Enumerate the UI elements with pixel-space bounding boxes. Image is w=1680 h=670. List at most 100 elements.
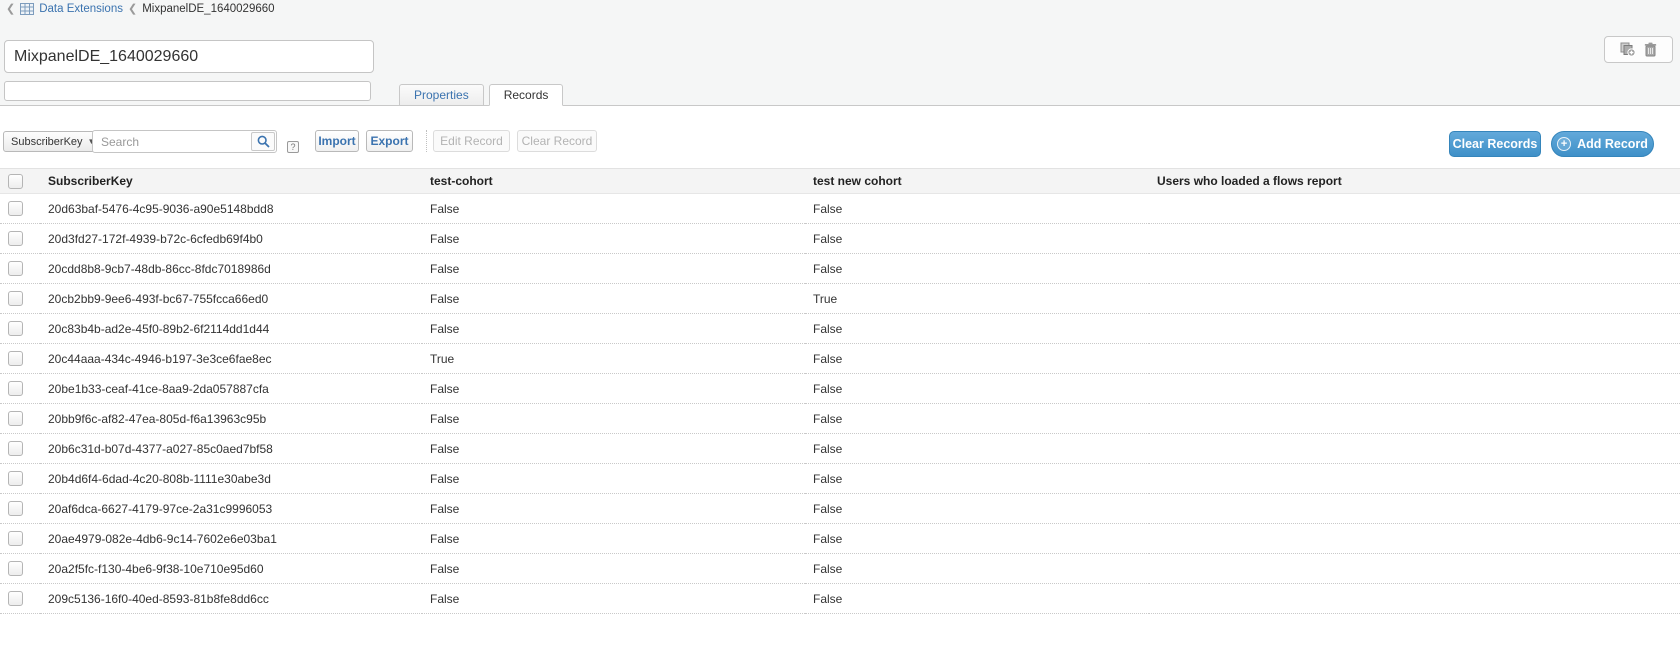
description-input[interactable] bbox=[4, 81, 371, 101]
cell-test-new-cohort: False bbox=[805, 194, 1149, 224]
search-input[interactable] bbox=[92, 130, 277, 153]
cell-test-new-cohort: False bbox=[805, 464, 1149, 494]
cell-test-cohort: False bbox=[422, 524, 805, 554]
cell-flows-report bbox=[1149, 464, 1680, 494]
tab-bar: Properties Records bbox=[399, 84, 563, 106]
column-header-subscriber-key: SubscriberKey bbox=[40, 169, 422, 194]
search-field-selector[interactable]: SubscriberKey ▼ bbox=[3, 131, 103, 152]
edit-record-button[interactable]: Edit Record bbox=[433, 130, 510, 152]
table-row: 20ae4979-082e-4db6-9c14-7602e6e03ba1 Fal… bbox=[0, 524, 1680, 554]
cell-subscriber-key: 20b4d6f4-6dad-4c20-808b-1111e30abe3d bbox=[40, 464, 422, 494]
cell-subscriber-key: 20af6dca-6627-4179-97ce-2a31c9996053 bbox=[40, 494, 422, 524]
cell-test-new-cohort: False bbox=[805, 524, 1149, 554]
cell-flows-report bbox=[1149, 194, 1680, 224]
cell-test-cohort: False bbox=[422, 584, 805, 614]
records-toolbar: SubscriberKey ▼ ? Import Export Edit Rec… bbox=[0, 128, 1680, 158]
table-row: 20c44aaa-434c-4946-b197-3e3ce6fae8ec Tru… bbox=[0, 344, 1680, 374]
search-button[interactable] bbox=[251, 132, 275, 151]
row-checkbox[interactable] bbox=[8, 381, 23, 396]
table-row: 20b4d6f4-6dad-4c20-808b-1111e30abe3d Fal… bbox=[0, 464, 1680, 494]
cell-test-new-cohort: False bbox=[805, 554, 1149, 584]
table-row: 20af6dca-6627-4179-97ce-2a31c9996053 Fal… bbox=[0, 494, 1680, 524]
cell-flows-report bbox=[1149, 584, 1680, 614]
cell-flows-report bbox=[1149, 554, 1680, 584]
cell-subscriber-key: 20b6c31d-b07d-4377-a027-85c0aed7bf58 bbox=[40, 434, 422, 464]
clear-records-button[interactable]: Clear Records bbox=[1449, 131, 1541, 157]
row-checkbox[interactable] bbox=[8, 471, 23, 486]
row-checkbox[interactable] bbox=[8, 591, 23, 606]
records-table-body: 20d63baf-5476-4c95-9036-a90e5148bdd8 Fal… bbox=[0, 194, 1680, 614]
cell-test-cohort: False bbox=[422, 194, 805, 224]
import-button[interactable]: Import bbox=[315, 130, 359, 152]
table-row: 20d3fd27-172f-4939-b72c-6cfedb69f4b0 Fal… bbox=[0, 224, 1680, 254]
cell-flows-report bbox=[1149, 434, 1680, 464]
cell-test-new-cohort: False bbox=[805, 404, 1149, 434]
row-checkbox[interactable] bbox=[8, 231, 23, 246]
cell-test-cohort: False bbox=[422, 254, 805, 284]
delete-icon[interactable] bbox=[1644, 42, 1657, 57]
select-all-checkbox[interactable] bbox=[8, 174, 23, 189]
cell-subscriber-key: 20a2f5fc-f130-4be6-9f38-10e710e95d60 bbox=[40, 554, 422, 584]
row-checkbox[interactable] bbox=[8, 261, 23, 276]
table-row: 20cb2bb9-9ee6-493f-bc67-755fcca66ed0 Fal… bbox=[0, 284, 1680, 314]
cell-subscriber-key: 20d3fd27-172f-4939-b72c-6cfedb69f4b0 bbox=[40, 224, 422, 254]
cell-subscriber-key: 20c83b4b-ad2e-45f0-89b2-6f2114dd1d44 bbox=[40, 314, 422, 344]
cell-flows-report bbox=[1149, 494, 1680, 524]
help-icon[interactable]: ? bbox=[287, 141, 299, 153]
cell-flows-report bbox=[1149, 284, 1680, 314]
cell-subscriber-key: 20cb2bb9-9ee6-493f-bc67-755fcca66ed0 bbox=[40, 284, 422, 314]
cell-flows-report bbox=[1149, 314, 1680, 344]
row-checkbox[interactable] bbox=[8, 291, 23, 306]
cell-test-new-cohort: False bbox=[805, 224, 1149, 254]
row-checkbox[interactable] bbox=[8, 411, 23, 426]
cell-test-cohort: False bbox=[422, 284, 805, 314]
row-checkbox[interactable] bbox=[8, 351, 23, 366]
export-button[interactable]: Export bbox=[366, 130, 413, 152]
cell-test-new-cohort: False bbox=[805, 434, 1149, 464]
page: ❮ Data Extensions ❮ MixpanelDE_164002966… bbox=[0, 0, 1680, 670]
cell-subscriber-key: 20c44aaa-434c-4946-b197-3e3ce6fae8ec bbox=[40, 344, 422, 374]
top-area: ❮ Data Extensions ❮ MixpanelDE_164002966… bbox=[0, 0, 1680, 106]
cell-test-cohort: False bbox=[422, 224, 805, 254]
breadcrumb-current: MixpanelDE_1640029660 bbox=[142, 3, 274, 15]
cell-test-cohort: False bbox=[422, 554, 805, 584]
cell-test-new-cohort: False bbox=[805, 254, 1149, 284]
records-table: SubscriberKey test-cohort test new cohor… bbox=[0, 168, 1680, 614]
table-row: 20cdd8b8-9cb7-48db-86cc-8fdc7018986d Fal… bbox=[0, 254, 1680, 284]
name-input[interactable] bbox=[4, 40, 374, 73]
copy-icon[interactable] bbox=[1620, 42, 1636, 57]
cell-flows-report bbox=[1149, 344, 1680, 374]
cell-test-new-cohort: False bbox=[805, 344, 1149, 374]
column-header-test-new-cohort: test new cohort bbox=[805, 169, 1149, 194]
row-checkbox[interactable] bbox=[8, 441, 23, 456]
tab-properties[interactable]: Properties bbox=[399, 84, 484, 106]
clear-record-button[interactable]: Clear Record bbox=[517, 130, 597, 152]
row-checkbox[interactable] bbox=[8, 321, 23, 336]
table-row: 20c83b4b-ad2e-45f0-89b2-6f2114dd1d44 Fal… bbox=[0, 314, 1680, 344]
breadcrumb-link-data-extensions[interactable]: Data Extensions bbox=[39, 3, 123, 15]
cell-subscriber-key: 20bb9f6c-af82-47ea-805d-f6a13963c95b bbox=[40, 404, 422, 434]
table-row: 209c5136-16f0-40ed-8593-81b8fe8dd6cc Fal… bbox=[0, 584, 1680, 614]
row-checkbox[interactable] bbox=[8, 531, 23, 546]
data-extension-grid-icon bbox=[20, 3, 34, 15]
row-checkbox[interactable] bbox=[8, 561, 23, 576]
cell-subscriber-key: 20be1b33-ceaf-41ce-8aa9-2da057887cfa bbox=[40, 374, 422, 404]
row-checkbox[interactable] bbox=[8, 201, 23, 216]
table-row: 20bb9f6c-af82-47ea-805d-f6a13963c95b Fal… bbox=[0, 404, 1680, 434]
search-area bbox=[92, 130, 277, 153]
breadcrumb-separator-chevron-icon: ❮ bbox=[128, 4, 137, 15]
cell-subscriber-key: 209c5136-16f0-40ed-8593-81b8fe8dd6cc bbox=[40, 584, 422, 614]
toolbar-divider bbox=[426, 130, 427, 152]
back-chevron-icon[interactable]: ❮ bbox=[6, 4, 15, 15]
cell-subscriber-key: 20ae4979-082e-4db6-9c14-7602e6e03ba1 bbox=[40, 524, 422, 554]
cell-test-new-cohort: False bbox=[805, 584, 1149, 614]
tab-records[interactable]: Records bbox=[489, 84, 564, 106]
cell-test-cohort: False bbox=[422, 434, 805, 464]
breadcrumb: ❮ Data Extensions ❮ MixpanelDE_164002966… bbox=[6, 3, 275, 15]
cell-subscriber-key: 20cdd8b8-9cb7-48db-86cc-8fdc7018986d bbox=[40, 254, 422, 284]
row-checkbox[interactable] bbox=[8, 501, 23, 516]
add-record-button[interactable]: + Add Record bbox=[1551, 131, 1654, 157]
cell-flows-report bbox=[1149, 224, 1680, 254]
column-header-test-cohort: test-cohort bbox=[422, 169, 805, 194]
search-field-selector-value: SubscriberKey bbox=[11, 136, 83, 148]
